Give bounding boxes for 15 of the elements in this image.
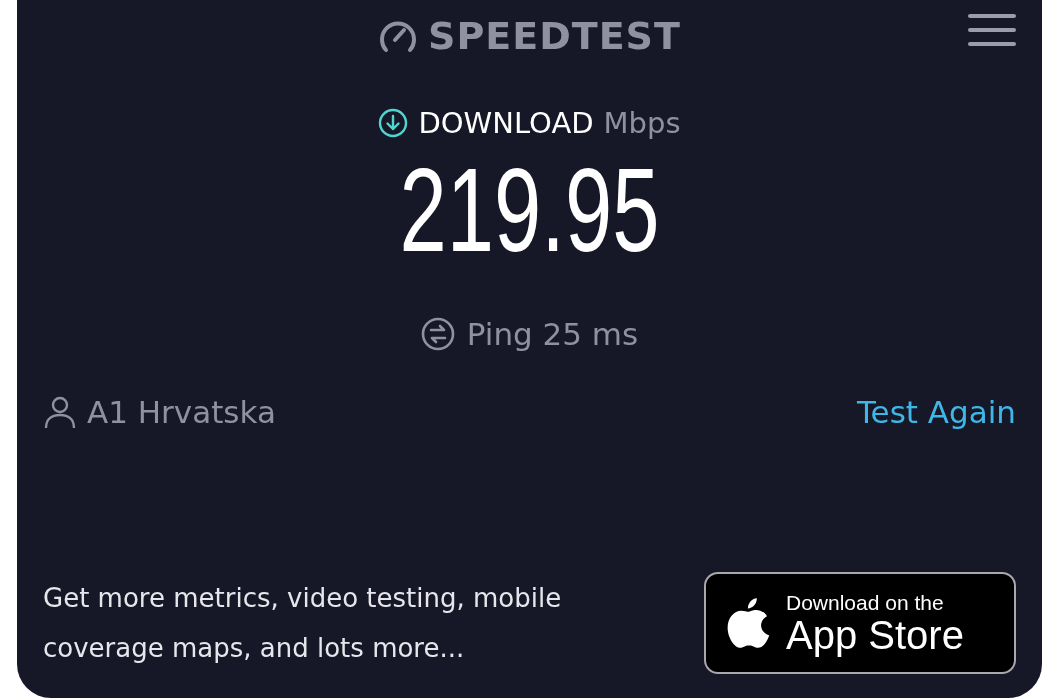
promo-text: Get more metrics, video testing, mobile coverage maps, and lots more...	[43, 582, 563, 665]
provider-name: A1 Hrvatska	[87, 393, 276, 430]
gauge-icon	[378, 18, 419, 54]
unit-label: Mbps	[603, 106, 681, 140]
speedtest-logo: SPEEDTEST	[428, 14, 681, 58]
download-icon	[378, 108, 409, 138]
menu-icon[interactable]	[968, 14, 1016, 46]
app-store-button[interactable]: Download on the App Store	[704, 572, 1016, 674]
test-again-link[interactable]: Test Again	[856, 393, 1016, 430]
ping-icon	[420, 316, 455, 351]
person-icon	[43, 394, 77, 429]
download-label: DOWNLOAD	[418, 106, 594, 140]
apple-icon	[726, 596, 772, 650]
speed-value: 219.95	[399, 146, 660, 276]
ping-reading: Ping 25 ms	[466, 315, 639, 352]
